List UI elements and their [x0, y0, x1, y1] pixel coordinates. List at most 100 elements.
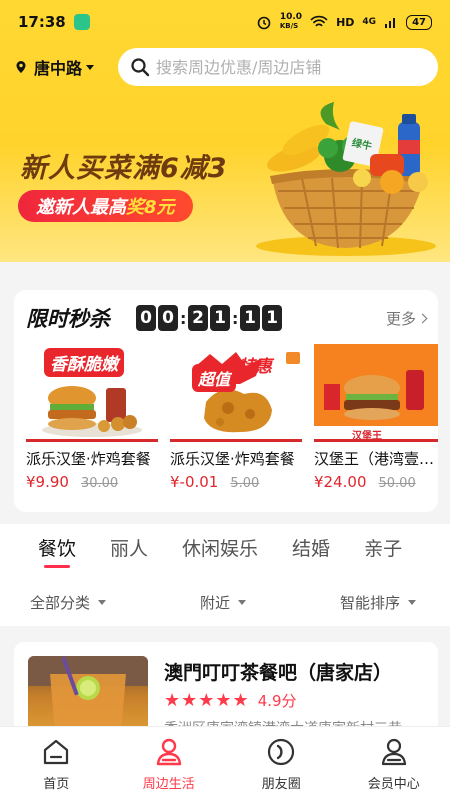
filter-label: 附近	[199, 594, 230, 612]
product-image-burger-king: 汉堡王	[314, 344, 438, 442]
product-price: ¥24.00	[314, 473, 367, 491]
countdown-digit: 1	[262, 305, 282, 331]
category-tabs: 餐饮 丽人 休闲娱乐 结婚 亲子	[0, 524, 450, 570]
nav-label: 朋友圈	[261, 777, 301, 792]
invite-reward-highlight: 奖8元	[126, 197, 175, 218]
product-name: 汉堡王（港湾壹号店）	[314, 450, 438, 468]
tab-wedding[interactable]: 结婚	[292, 534, 330, 570]
filter-label: 智能排序	[339, 594, 400, 612]
flash-sale-section: 限时秒杀 0 0 : 2 1 : 1 1 更多 香酥脆嫩 派乐汉堡·炸鸡套餐 ¥…	[14, 290, 438, 512]
net-speed: 10.0 KB/S	[279, 12, 303, 31]
battery-indicator: 47	[406, 14, 432, 30]
wifi-icon	[310, 15, 328, 27]
product-name: 派乐汉堡·炸鸡套餐	[26, 450, 151, 468]
tab-family[interactable]: 亲子	[364, 534, 402, 570]
product-image-burger-set: 香酥脆嫩	[26, 344, 158, 442]
promo-title: 新人买菜满6减3	[20, 153, 228, 184]
nav-label: 会员中心	[367, 777, 420, 792]
store-name: 澳門叮叮茶餐吧（唐家店）	[164, 662, 393, 684]
moments-icon	[268, 738, 295, 766]
countdown-digit: 0	[136, 305, 156, 331]
flash-sale-header: 限时秒杀 0 0 : 2 1 : 1 1 更多	[26, 304, 428, 332]
product-price: ¥-0.01	[170, 473, 219, 491]
grocery-basket-illustration: 绿牛	[256, 102, 436, 256]
filter-all-categories[interactable]: 全部分类	[30, 592, 107, 613]
chevron-right-icon	[417, 313, 428, 323]
chevron-down-icon	[238, 600, 246, 605]
search-icon	[131, 58, 150, 77]
hd-label: HD	[336, 15, 355, 29]
product-original-price: 5.00	[230, 476, 260, 491]
search-input[interactable]	[156, 57, 426, 77]
chevron-down-icon	[86, 64, 95, 70]
nav-moments[interactable]: 朋友圈	[225, 727, 338, 800]
countdown-digit: 0	[158, 305, 178, 331]
home-icon	[44, 739, 69, 765]
alarm-icon	[257, 16, 271, 30]
nav-home[interactable]: 首页	[0, 727, 113, 800]
product-original-price: 30.00	[80, 476, 119, 491]
store-card[interactable]: 澳門叮叮茶餐吧（唐家店） ★★★★★ 4.9分 香洲区唐家湾镇港湾大道唐家新村三…	[14, 642, 438, 732]
countdown-separator: :	[180, 308, 187, 328]
countdown-digit: 1	[240, 305, 260, 331]
store-rating: ★★★★★ 4.9分	[164, 690, 297, 711]
product-original-price: 50.00	[378, 476, 416, 491]
iced-tea-illustration	[28, 656, 148, 732]
nav-label: 首页	[43, 777, 70, 792]
filter-label: 全部分类	[30, 594, 91, 612]
flash-product-list: 香酥脆嫩 派乐汉堡·炸鸡套餐 ¥9.90 30.00 超值 特惠 派乐汉堡·炸鸡…	[26, 344, 438, 491]
location-name: 唐中路	[34, 59, 83, 78]
brand-label: 汉堡王	[352, 431, 382, 442]
chat-notification-icon	[73, 14, 90, 30]
countdown-timer: 0 0 : 2 1 : 1 1	[136, 305, 282, 331]
tab-dining[interactable]: 餐饮	[38, 534, 76, 570]
status-bar: 17:38 10.0 KB/S HD 4G 47	[0, 0, 450, 44]
nav-nearby-life[interactable]: 周边生活	[113, 727, 226, 800]
product-image-fried-chicken: 超值 特惠	[170, 344, 302, 442]
bottom-navigation: 首页 周边生活 朋友圈 会员中心	[0, 726, 450, 800]
product-prices: ¥9.90 30.00	[26, 473, 158, 491]
promo-banner[interactable]: 17:38 10.0KB/S HD 4G 47 唐中路 新人买菜满6减3 邀新人…	[0, 0, 450, 262]
filter-bar: 全部分类 附近 智能排序	[0, 570, 450, 613]
countdown-digit: 1	[210, 305, 230, 331]
chevron-down-icon	[98, 600, 107, 605]
countdown-digit: 2	[188, 305, 208, 331]
product-prices: ¥-0.01 5.00	[170, 473, 302, 491]
invite-reward-pill[interactable]: 邀新人最高 奖8元	[18, 190, 193, 222]
top-bar: 唐中路	[14, 48, 438, 86]
rating-score: 4.9分	[257, 692, 297, 710]
product-price: ¥9.90	[26, 473, 69, 491]
tab-beauty[interactable]: 丽人	[110, 534, 148, 570]
signal-icon	[385, 18, 396, 28]
flash-product-card[interactable]: 超值 特惠 派乐汉堡·炸鸡套餐 ¥-0.01 5.00	[170, 344, 302, 491]
location-selector[interactable]: 唐中路	[14, 55, 118, 79]
nav-label: 周边生活	[142, 777, 195, 792]
product-prices: ¥24.00 50.00	[314, 473, 438, 491]
star-rating-icon: ★★★★★	[164, 690, 250, 711]
category-section: 餐饮 丽人 休闲娱乐 结婚 亲子 全部分类 附近 智能排序	[0, 524, 450, 626]
flash-product-card[interactable]: 汉堡王 汉堡王（港湾壹号店） ¥24.00 50.00	[314, 344, 438, 491]
location-pin-icon	[16, 61, 26, 73]
person-location-icon	[156, 738, 181, 766]
burger-set-illustration	[42, 386, 142, 437]
more-link[interactable]: 更多	[385, 308, 428, 329]
chevron-down-icon	[407, 600, 416, 605]
store-thumbnail	[28, 656, 148, 732]
invite-reward-text: 邀新人最高	[36, 197, 126, 218]
product-tag-value: 超值	[192, 364, 237, 392]
search-bar[interactable]	[118, 48, 438, 86]
product-tag-special: 特惠	[238, 357, 272, 377]
status-icons: 10.0 KB/S HD 4G 47	[256, 13, 432, 31]
nav-member-center[interactable]: 会员中心	[338, 727, 450, 800]
more-label: 更多	[385, 309, 416, 328]
product-name: 派乐汉堡·炸鸡套餐	[170, 450, 295, 468]
tab-leisure[interactable]: 休闲娱乐	[182, 534, 258, 570]
filter-smart-sort[interactable]: 智能排序	[340, 592, 416, 613]
status-time: 17:38	[18, 13, 66, 31]
member-icon	[381, 738, 406, 766]
signal-label: 4G	[362, 17, 377, 27]
flash-sale-title: 限时秒杀	[26, 307, 110, 331]
flash-product-card[interactable]: 香酥脆嫩 派乐汉堡·炸鸡套餐 ¥9.90 30.00	[26, 344, 158, 491]
filter-nearby[interactable]: 附近	[200, 592, 246, 613]
countdown-separator: :	[232, 308, 239, 328]
